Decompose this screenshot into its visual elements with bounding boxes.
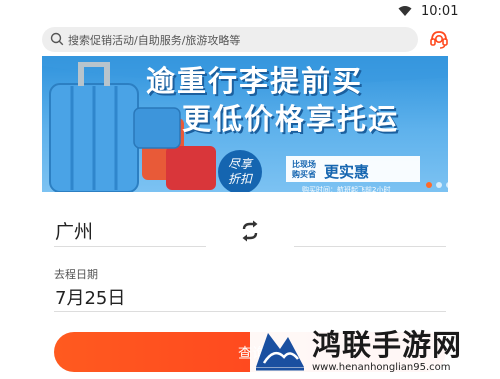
customer-service-icon[interactable] bbox=[428, 28, 450, 50]
departure-date-value: 7月25日 bbox=[55, 288, 126, 309]
svg-text:比现场: 比现场 bbox=[292, 159, 316, 169]
departure-date-label: 去程日期 bbox=[54, 268, 98, 281]
banner-dot-active[interactable] bbox=[426, 182, 432, 188]
watermark-logo-icon bbox=[256, 333, 304, 371]
origin-city: 广州 bbox=[55, 221, 94, 243]
svg-text:更实惠: 更实惠 bbox=[324, 163, 369, 181]
swap-icon[interactable] bbox=[240, 220, 260, 242]
search-placeholder: 搜索促销活动/自助服务/旅游攻略等 bbox=[68, 34, 241, 47]
destination-city-field[interactable] bbox=[294, 213, 446, 247]
watermark-title: 鸿联手游网 bbox=[312, 328, 463, 362]
banner-headline-2: 更低价格享托运 bbox=[182, 102, 400, 136]
watermark: 鸿联手游网 www.henanhonglian95.com bbox=[250, 318, 500, 379]
wifi-icon bbox=[398, 6, 412, 16]
svg-text:购买省: 购买省 bbox=[292, 169, 316, 179]
status-bar: 10:01 bbox=[0, 0, 500, 24]
banner-edge bbox=[448, 56, 460, 192]
svg-text:购买时间：航班起飞前2小时: 购买时间：航班起飞前2小时 bbox=[302, 185, 390, 192]
banner-dot[interactable] bbox=[436, 182, 442, 188]
status-time: 10:01 bbox=[421, 4, 459, 19]
watermark-url: www.henanhonglian95.com bbox=[312, 362, 451, 373]
banner-headline-1: 逾重行李提前买 bbox=[146, 64, 364, 98]
departure-date-field[interactable]: 7月25日 bbox=[54, 282, 446, 312]
svg-text:折扣: 折扣 bbox=[228, 172, 254, 186]
search-bar[interactable]: 搜索促销活动/自助服务/旅游攻略等 bbox=[42, 27, 418, 52]
svg-text:尽享: 尽享 bbox=[228, 157, 254, 171]
search-icon bbox=[50, 32, 64, 46]
promo-banner[interactable]: 尽享 折扣 比现场 购买省 更实惠 购买时间：航班起飞前2小时 逾重行李提前买 … bbox=[42, 56, 460, 192]
suitcase-red-illustration bbox=[166, 146, 216, 190]
origin-city-field[interactable]: 广州 bbox=[54, 213, 206, 247]
